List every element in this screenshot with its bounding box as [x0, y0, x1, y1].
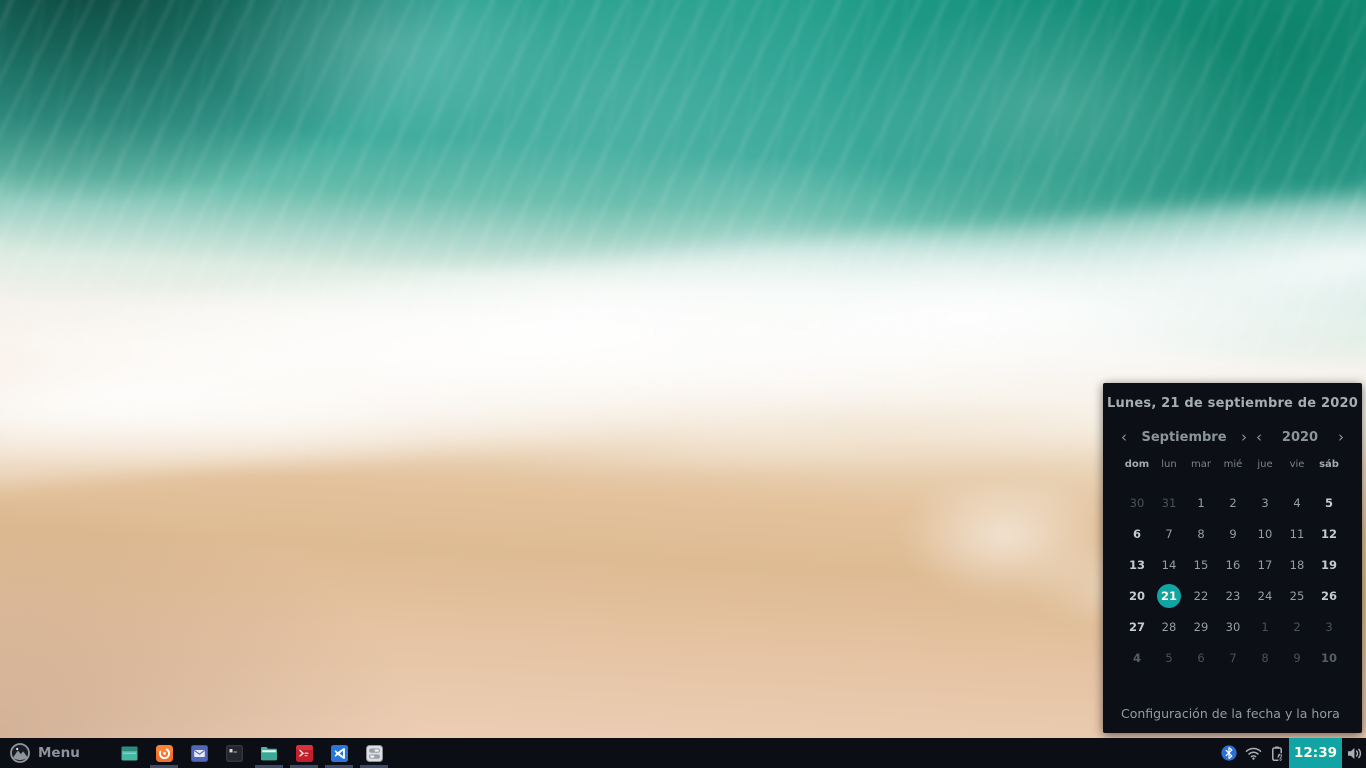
- launcher-terminal-dark[interactable]: [217, 738, 252, 768]
- calendar-day-18[interactable]: 18: [1281, 549, 1313, 580]
- calendar-day-29[interactable]: 29: [1185, 611, 1217, 642]
- calendar-day-30[interactable]: 30: [1121, 487, 1153, 518]
- calendar-grid: 3031123456789101112131415161718192021222…: [1121, 487, 1345, 673]
- calendar-day-2[interactable]: 2: [1217, 487, 1249, 518]
- battery-charging-icon[interactable]: [1265, 738, 1289, 768]
- calendar-day-20[interactable]: 20: [1121, 580, 1153, 611]
- wifi-icon[interactable]: [1241, 738, 1265, 768]
- month-label[interactable]: Septiembre: [1129, 430, 1239, 445]
- prev-year-button[interactable]: ‹: [1254, 429, 1264, 445]
- calendar-day-27[interactable]: 27: [1121, 611, 1153, 642]
- list-app-icon: [366, 745, 383, 762]
- month-nav: ‹ Septiembre ›: [1119, 429, 1249, 445]
- vscode-icon: [331, 745, 348, 762]
- calendar-day-8[interactable]: 8: [1185, 518, 1217, 549]
- next-year-button[interactable]: ›: [1336, 429, 1346, 445]
- datetime-settings-link[interactable]: Configuración de la fecha y la hora: [1121, 706, 1340, 721]
- calendar-day-17[interactable]: 17: [1249, 549, 1281, 580]
- calendar-day-13[interactable]: 13: [1121, 549, 1153, 580]
- calendar-day-21-selected[interactable]: 21: [1157, 584, 1181, 608]
- clock-applet[interactable]: 12:39: [1289, 738, 1342, 768]
- menu-label: Menu: [38, 745, 80, 761]
- next-month-button[interactable]: ›: [1239, 429, 1249, 445]
- calendar-day-5[interactable]: 5: [1153, 642, 1185, 673]
- calendar-day-5[interactable]: 5: [1313, 487, 1345, 518]
- calendar-weekdays: domlunmarmiéjueviesáb: [1121, 459, 1345, 470]
- system-tray: 12:39: [1217, 738, 1366, 768]
- calendar-day-3[interactable]: 3: [1249, 487, 1281, 518]
- calendar-day-12[interactable]: 12: [1313, 518, 1345, 549]
- launcher-list-app[interactable]: [357, 738, 392, 768]
- calendar-day-11[interactable]: 11: [1281, 518, 1313, 549]
- calendar-day-31[interactable]: 31: [1153, 487, 1185, 518]
- calendar-date-title: Lunes, 21 de septiembre de 2020: [1103, 396, 1362, 411]
- calendar-day-4[interactable]: 4: [1281, 487, 1313, 518]
- calendar-day-9[interactable]: 9: [1217, 518, 1249, 549]
- calendar-day-16[interactable]: 16: [1217, 549, 1249, 580]
- calendar-day-10[interactable]: 10: [1249, 518, 1281, 549]
- calendar-day-26[interactable]: 26: [1313, 580, 1345, 611]
- mail-icon: [191, 745, 208, 762]
- weekday-mar: mar: [1185, 459, 1217, 470]
- weekday-vie: vie: [1281, 459, 1313, 470]
- calendar-day-25[interactable]: 25: [1281, 580, 1313, 611]
- year-nav: ‹ 2020 ›: [1254, 429, 1346, 445]
- launcher-bar: [112, 738, 392, 768]
- calendar-day-6[interactable]: 6: [1121, 518, 1153, 549]
- year-label[interactable]: 2020: [1264, 430, 1336, 445]
- launcher-files[interactable]: [252, 738, 287, 768]
- weekday-jue: jue: [1249, 459, 1281, 470]
- calendar-day-7[interactable]: 7: [1217, 642, 1249, 673]
- calendar-day-1[interactable]: 1: [1185, 487, 1217, 518]
- desktop: Lunes, 21 de septiembre de 2020 ‹ Septie…: [0, 0, 1366, 768]
- weekday-lun: lun: [1153, 459, 1185, 470]
- calendar-day-19[interactable]: 19: [1313, 549, 1345, 580]
- calendar-day-8[interactable]: 8: [1249, 642, 1281, 673]
- launcher-vscode[interactable]: [322, 738, 357, 768]
- menu-button[interactable]: Menu: [0, 738, 90, 768]
- calendar-day-7[interactable]: 7: [1153, 518, 1185, 549]
- launcher-firefox[interactable]: [147, 738, 182, 768]
- calendar-day-30[interactable]: 30: [1217, 611, 1249, 642]
- weekday-mié: mié: [1217, 459, 1249, 470]
- calendar-day-9[interactable]: 9: [1281, 642, 1313, 673]
- calendar-day-15[interactable]: 15: [1185, 549, 1217, 580]
- calendar-day-2[interactable]: 2: [1281, 611, 1313, 642]
- firefox-icon: [156, 745, 173, 762]
- launcher-mail[interactable]: [182, 738, 217, 768]
- calendar-day-28[interactable]: 28: [1153, 611, 1185, 642]
- terminal-red-icon: [296, 745, 313, 762]
- files-folder-icon: [260, 746, 278, 761]
- weekday-sáb: sáb: [1313, 459, 1345, 470]
- calendar-day-23[interactable]: 23: [1217, 580, 1249, 611]
- calendar-day-6[interactable]: 6: [1185, 642, 1217, 673]
- terminal-dark-icon: [226, 745, 243, 762]
- calendar-day-1[interactable]: 1: [1249, 611, 1281, 642]
- calendar-day-4[interactable]: 4: [1121, 642, 1153, 673]
- distro-logo-icon: [10, 743, 30, 763]
- launcher-terminal-red[interactable]: [287, 738, 322, 768]
- volume-icon[interactable]: [1342, 738, 1366, 768]
- calendar-day-22[interactable]: 22: [1185, 580, 1217, 611]
- calendar-day-10[interactable]: 10: [1313, 642, 1345, 673]
- calendar-popup: Lunes, 21 de septiembre de 2020 ‹ Septie…: [1103, 383, 1362, 733]
- bluetooth-icon[interactable]: [1217, 738, 1241, 768]
- calendar-day-24[interactable]: 24: [1249, 580, 1281, 611]
- prev-month-button[interactable]: ‹: [1119, 429, 1129, 445]
- weekday-dom: dom: [1121, 459, 1153, 470]
- launcher-screen[interactable]: [112, 738, 147, 768]
- screen-icon: [121, 746, 138, 761]
- taskbar-panel: Menu: [0, 738, 1366, 768]
- calendar-day-14[interactable]: 14: [1153, 549, 1185, 580]
- calendar-nav: ‹ Septiembre › ‹ 2020 ›: [1103, 429, 1362, 445]
- calendar-day-3[interactable]: 3: [1313, 611, 1345, 642]
